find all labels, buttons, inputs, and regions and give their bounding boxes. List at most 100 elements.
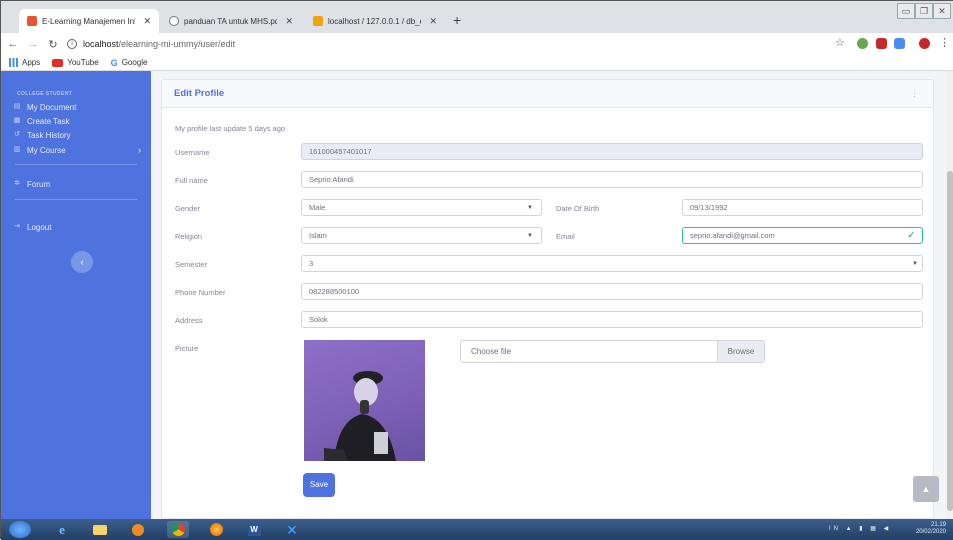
new-tab-button[interactable]: + xyxy=(453,13,461,27)
sidebar-item-label: Logout xyxy=(27,222,52,232)
info-icon[interactable]: i xyxy=(67,39,77,49)
extension-icon[interactable] xyxy=(857,38,868,49)
ie-icon[interactable]: e xyxy=(51,521,73,538)
email-field[interactable]: seprio.afandi@gmail.com ✓ xyxy=(682,227,923,244)
folder-icon[interactable] xyxy=(89,521,111,538)
username-label: Username xyxy=(175,148,210,157)
clock[interactable]: 21.19 20/02/2020 xyxy=(916,522,946,536)
browse-button[interactable]: Browse xyxy=(717,341,764,362)
close-icon[interactable]: ✕ xyxy=(429,16,437,27)
browser-toolbar: ← → ↻ i localhost /elearning-mi-ummy/use… xyxy=(1,33,953,55)
close-window-button[interactable]: ✕ xyxy=(933,3,951,19)
sidebar-item-forum[interactable]: ✲ Forum xyxy=(13,178,141,190)
bookmark-apps[interactable]: Apps xyxy=(9,58,40,67)
reload-icon[interactable]: ↻ xyxy=(45,38,61,51)
system-tray-icons[interactable]: IN ▲ ▮ ▦ ◀ xyxy=(829,525,891,532)
browser-window: E-Learning Manajemen Informati ✕ panduan… xyxy=(0,0,953,540)
tab-pdf[interactable]: panduan TA untuk MHS.pdf ✕ xyxy=(161,9,301,33)
extension-shield-icon[interactable] xyxy=(876,38,887,49)
semester-label: Semester xyxy=(175,260,208,269)
tab-label: panduan TA untuk MHS.pdf xyxy=(184,16,278,26)
youtube-icon xyxy=(52,58,64,67)
maximize-button[interactable]: ❐ xyxy=(915,3,933,19)
media-player-icon[interactable] xyxy=(127,521,149,538)
start-button[interactable] xyxy=(9,521,31,538)
url-path: /elearning-mi-ummy/user/edit xyxy=(118,39,236,49)
tab-phpmyadmin[interactable]: localhost / 127.0.0.1 / db_elearni ✕ xyxy=(305,9,445,33)
sidebar-item-my-course[interactable]: ▥ My Course › xyxy=(13,144,141,156)
extension-icon[interactable] xyxy=(894,38,905,49)
full-name-field[interactable]: Seprio Afandi xyxy=(301,171,923,188)
address-value: Solok xyxy=(309,315,328,324)
vscode-icon[interactable]: ⨯ xyxy=(281,521,303,538)
date-of-birth-value: 09/13/1992 xyxy=(690,203,728,212)
bookmark-youtube[interactable]: YouTube xyxy=(52,58,99,67)
dropdown-arrow-icon: ▼ xyxy=(527,204,533,211)
close-icon[interactable]: ✕ xyxy=(143,16,151,27)
dropdown-arrow-icon: ▼ xyxy=(912,260,918,267)
close-icon[interactable]: ✕ xyxy=(285,16,293,27)
sidebar-divider xyxy=(15,199,137,200)
taskbar: e W ⨯ IN ▲ ▮ ▦ ◀ 21.19 20/02/2020 xyxy=(1,519,953,540)
phone-field[interactable]: 082288500100 xyxy=(301,283,923,300)
religion-value: Islam xyxy=(309,231,327,240)
religion-label: Religion xyxy=(175,232,203,241)
picture-label: Picture xyxy=(175,344,199,353)
url-host: localhost xyxy=(83,39,119,49)
address-field[interactable]: Solok xyxy=(301,311,923,328)
forum-icon: ✲ xyxy=(14,180,20,187)
person-photo-icon xyxy=(324,371,396,461)
card-header: Edit Profile ⋮ xyxy=(162,80,933,108)
tab-strip: E-Learning Manajemen Informati ✕ panduan… xyxy=(1,1,953,33)
picture-file-input[interactable]: Choose file Browse xyxy=(460,340,765,363)
menu-icon[interactable]: ⋮ xyxy=(939,38,950,49)
religion-select[interactable]: Islam ▼ xyxy=(301,227,542,244)
star-icon[interactable]: ☆ xyxy=(835,38,846,49)
bookmarks-bar: Apps YouTube G Google xyxy=(1,55,953,71)
email-label: Email xyxy=(556,232,575,241)
sidebar-heading: COLLEGE STUDENT xyxy=(17,91,73,97)
date-of-birth-field[interactable]: 09/13/1992 xyxy=(682,199,923,216)
word-icon[interactable]: W xyxy=(243,521,265,538)
bookmark-label: Google xyxy=(121,58,148,67)
page-viewport: COLLEGE STUDENT ▤ My Document ▦ Create T… xyxy=(1,71,953,519)
scrollbar-thumb[interactable] xyxy=(947,171,953,511)
page-scrollbar[interactable] xyxy=(946,71,953,519)
address-bar[interactable]: i localhost /elearning-mi-ummy/user/edit xyxy=(67,35,847,53)
apps-icon xyxy=(9,58,18,67)
google-icon: G xyxy=(110,57,118,68)
file-placeholder: Choose file xyxy=(471,347,512,356)
sidebar-item-label: Create Task xyxy=(27,116,70,126)
tab-label: localhost / 127.0.0.1 / db_elearni xyxy=(328,16,421,26)
logout-icon: ⇥ xyxy=(14,223,20,230)
language-indicator[interactable]: IN xyxy=(829,526,841,532)
back-icon[interactable]: ← xyxy=(5,38,21,50)
minimize-button[interactable]: ▭ xyxy=(897,3,915,19)
kebab-menu-icon[interactable]: ⋮ xyxy=(910,88,919,99)
gender-select[interactable]: Male ▼ xyxy=(301,199,542,216)
save-button[interactable]: Save xyxy=(303,473,335,497)
semester-select[interactable]: 3 ▼ xyxy=(301,255,923,272)
sidebar-toggle-button[interactable]: ‹ xyxy=(71,251,93,273)
date-of-birth-label: Date Of Birth xyxy=(556,204,600,213)
dropdown-arrow-icon: ▼ xyxy=(527,232,533,239)
profile-avatar[interactable] xyxy=(919,38,930,49)
semester-value: 3 xyxy=(309,259,314,268)
firefox-icon[interactable] xyxy=(205,521,227,538)
sidebar-item-create-task[interactable]: ▦ Create Task xyxy=(13,115,141,127)
phone-value: 082288500100 xyxy=(309,287,360,296)
forward-icon[interactable]: → xyxy=(25,38,41,50)
sidebar-item-task-history[interactable]: ↺ Task History xyxy=(13,129,141,141)
scroll-to-top-button[interactable]: ▲ xyxy=(913,476,939,502)
address-label: Address xyxy=(175,316,203,325)
page-title: Edit Profile xyxy=(174,88,225,99)
sidebar-item-logout[interactable]: ⇥ Logout xyxy=(13,221,141,233)
sidebar-item-my-document[interactable]: ▤ My Document xyxy=(13,101,141,113)
chrome-icon[interactable] xyxy=(167,521,189,538)
tab-elearning[interactable]: E-Learning Manajemen Informati ✕ xyxy=(19,9,159,33)
bookmark-google[interactable]: G Google xyxy=(111,58,148,68)
sidebar: COLLEGE STUDENT ▤ My Document ▦ Create T… xyxy=(1,71,151,519)
sidebar-divider xyxy=(15,164,137,165)
gender-label: Gender xyxy=(175,204,201,213)
sidebar-item-label: Task History xyxy=(27,130,71,140)
